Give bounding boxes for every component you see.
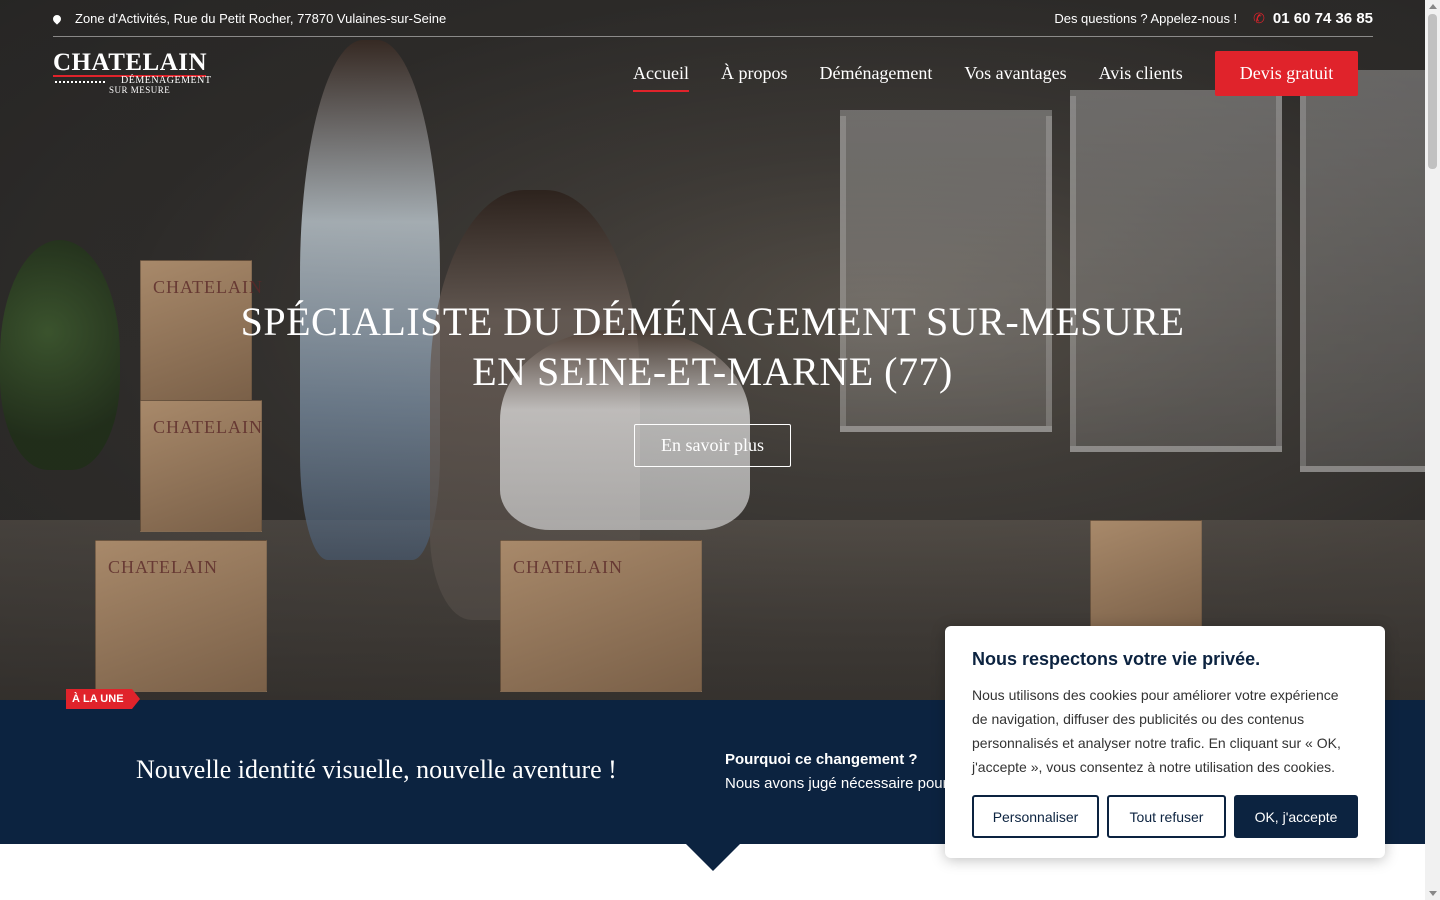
nav-item-demenagement[interactable]: Déménagement	[819, 53, 932, 94]
box-logo: CHATELAIN	[153, 277, 263, 297]
hero-title-line-1: SPÉCIALISTE DU DÉMÉNAGEMENT SUR-MESURE	[240, 299, 1185, 344]
box-logo: CHATELAIN	[513, 557, 623, 577]
section-arrow-icon	[685, 843, 741, 871]
site-logo[interactable]: CHATELAIN DÉMENAGEMENT SUR MESURE	[53, 49, 211, 98]
devis-gratuit-button[interactable]: Devis gratuit	[1214, 50, 1359, 96]
hero-moving-box: CHATELAIN	[500, 540, 702, 692]
cookie-consent-dialog: Nous respectons votre vie privée. Nous u…	[945, 626, 1385, 858]
map-pin-icon	[51, 12, 63, 25]
accept-button[interactable]: OK, j'accepte	[1234, 795, 1358, 838]
scroll-up-icon[interactable]	[1429, 4, 1437, 9]
nav-item-avis-clients[interactable]: Avis clients	[1099, 53, 1183, 94]
nav-item-accueil[interactable]: Accueil	[633, 53, 689, 94]
news-text: Pourquoi ce changement ? Nous avons jugé…	[725, 748, 955, 800]
en-savoir-plus-button[interactable]: En savoir plus	[634, 424, 791, 467]
scroll-down-icon[interactable]	[1429, 891, 1437, 896]
question-text: Des questions ? Appelez-nous !	[1054, 11, 1238, 26]
phone-link[interactable]: 01 60 74 36 85	[1273, 10, 1373, 27]
hero-window	[1070, 90, 1282, 452]
hero-title: SPÉCIALISTE DU DÉMÉNAGEMENT SUR-MESURE E…	[200, 297, 1225, 397]
box-logo: CHATELAIN	[153, 417, 263, 437]
logo-house-icon	[55, 81, 105, 93]
hero-window	[1300, 70, 1425, 472]
hero-title-line-2: EN SEINE-ET-MARNE (77)	[472, 349, 953, 394]
hero-moving-box	[1090, 520, 1202, 632]
logo-subtitle-2: SUR MESURE	[109, 85, 171, 95]
address-text: Zone d'Activités, Rue du Petit Rocher, 7…	[75, 11, 447, 26]
cookie-title: Nous respectons votre vie privée.	[972, 649, 1261, 669]
contact-block: Des questions ? Appelez-nous ! ✆ 01 60 7…	[1054, 10, 1373, 27]
box-logo: CHATELAIN	[108, 557, 218, 577]
refuse-all-button[interactable]: Tout refuser	[1107, 795, 1226, 838]
address-block: Zone d'Activités, Rue du Petit Rocher, 7…	[51, 11, 447, 26]
hero-moving-box: CHATELAIN	[140, 400, 262, 532]
page-scrollbar[interactable]	[1425, 0, 1440, 900]
top-info-bar: Zone d'Activités, Rue du Petit Rocher, 7…	[51, 0, 1373, 37]
customize-button[interactable]: Personnaliser	[972, 795, 1099, 838]
a-la-une-badge: À LA UNE	[66, 689, 140, 709]
news-text-rest: Nous avons jugé nécessaire pour être en …	[725, 775, 948, 800]
main-nav: Accueil À propos Déménagement Vos avanta…	[633, 50, 1359, 96]
news-text-bold: Pourquoi ce changement ?	[725, 751, 918, 768]
nav-item-vos-avantages[interactable]: Vos avantages	[964, 53, 1066, 94]
hero-moving-box: CHATELAIN	[95, 540, 267, 692]
nav-item-a-propos[interactable]: À propos	[721, 53, 788, 94]
cookie-body: Nous utilisons des cookies pour améliore…	[972, 687, 1341, 775]
scrollbar-thumb[interactable]	[1428, 14, 1437, 169]
hero-plant	[0, 240, 120, 470]
logo-name: CHATELAIN	[53, 49, 208, 76]
news-title[interactable]: Nouvelle identité visuelle, nouvelle ave…	[136, 755, 617, 785]
phone-icon: ✆	[1253, 10, 1265, 26]
